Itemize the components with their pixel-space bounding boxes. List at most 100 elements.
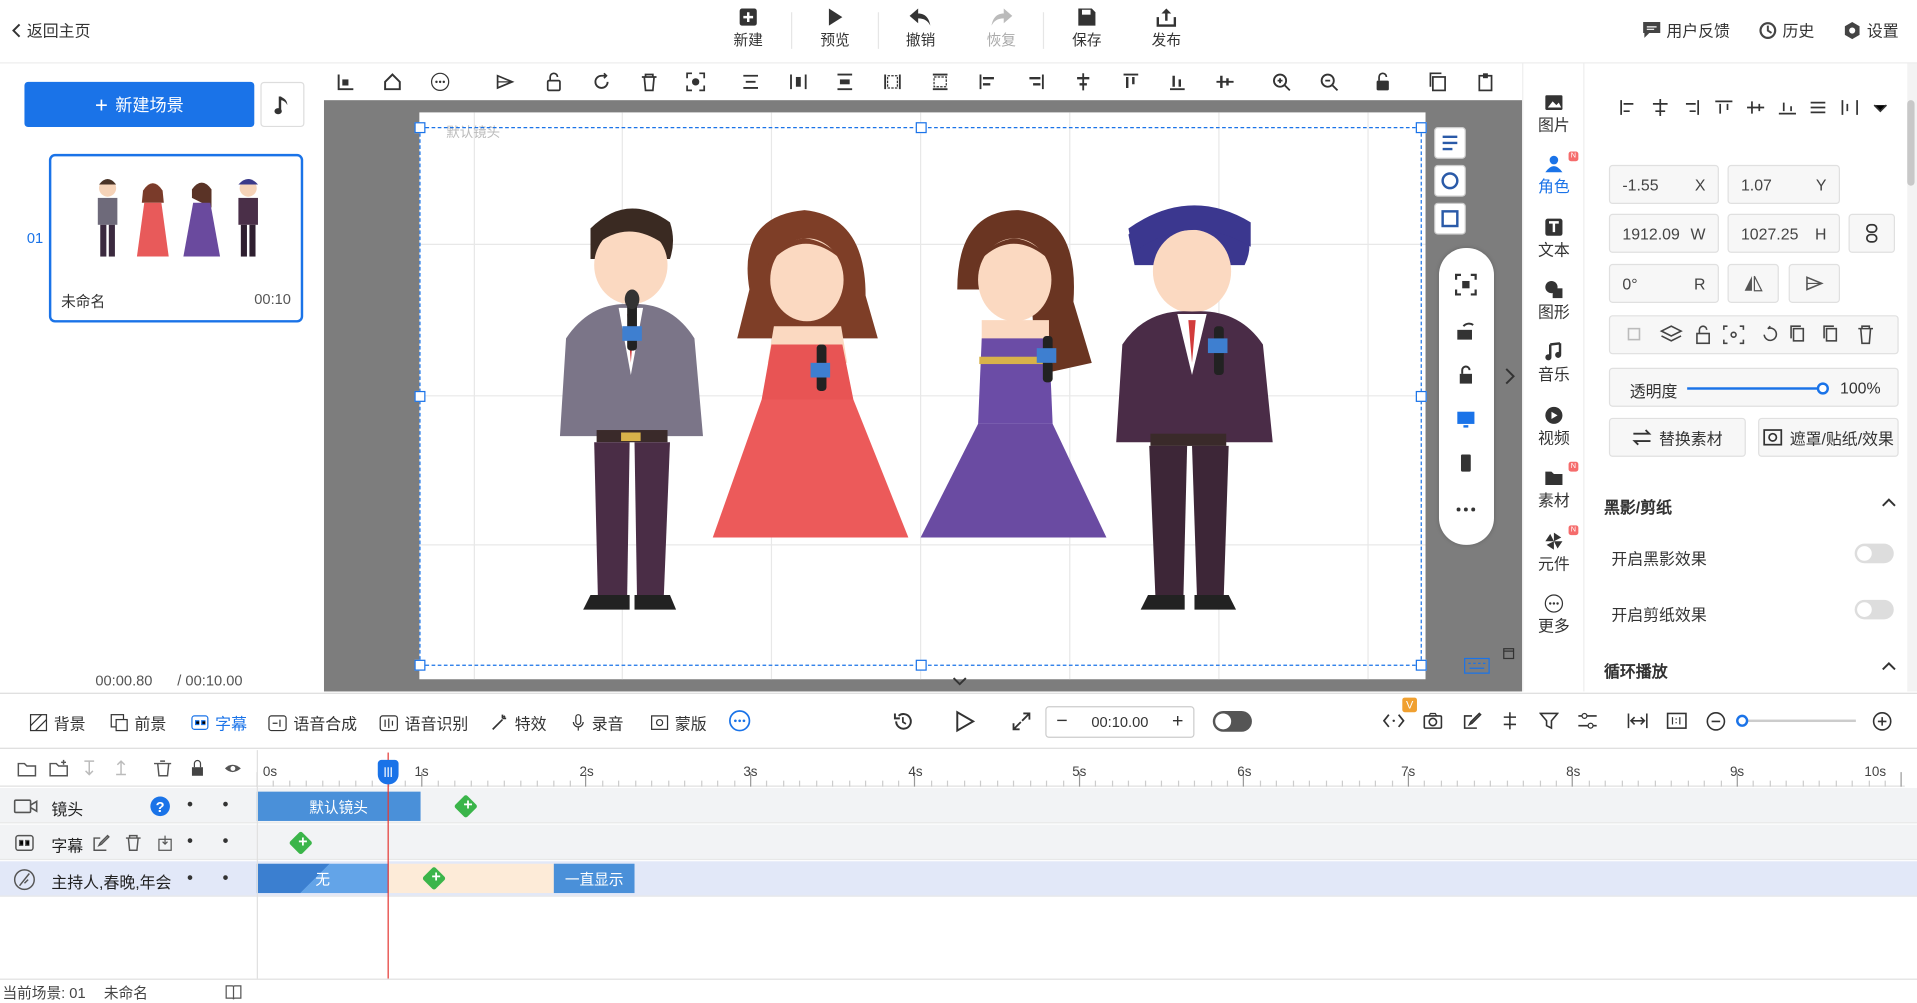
- stage-tool-rotate[interactable]: [1434, 164, 1466, 197]
- x-field[interactable]: -1.55 X: [1608, 164, 1719, 205]
- nav-video[interactable]: 视频: [1523, 406, 1584, 449]
- rotate-icon[interactable]: [592, 72, 612, 92]
- stage-tool-fit[interactable]: [1434, 202, 1466, 235]
- camera-icon[interactable]: [1423, 711, 1443, 731]
- width-field[interactable]: 1912.09 W: [1608, 213, 1719, 253]
- record-button[interactable]: 录音: [571, 711, 624, 734]
- chevron-up-icon[interactable]: [1880, 495, 1897, 510]
- playhead-handle[interactable]: [377, 759, 399, 785]
- ratio-icon[interactable]: [1666, 711, 1687, 731]
- fit-width-icon[interactable]: [883, 72, 903, 92]
- dot-icon[interactable]: •: [223, 867, 229, 887]
- role-clip-always[interactable]: 一直显示: [553, 863, 635, 894]
- flip-h-button[interactable]: [1727, 263, 1779, 303]
- dot-icon[interactable]: •: [223, 794, 229, 814]
- subtitle-button[interactable]: 字幕: [191, 711, 247, 734]
- preview-button[interactable]: 预览: [798, 5, 871, 54]
- nav-more[interactable]: 更多: [1523, 594, 1584, 637]
- zoom-in-icon[interactable]: [1271, 72, 1291, 92]
- align-vcenter-icon[interactable]: [1215, 72, 1235, 92]
- save-button[interactable]: 保存: [1050, 5, 1123, 54]
- flip-v-button[interactable]: [1788, 263, 1840, 303]
- trash-icon[interactable]: [125, 834, 142, 852]
- add-keyframe-icon[interactable]: [453, 794, 478, 819]
- resize-handle-t[interactable]: [915, 122, 927, 134]
- mobile-icon[interactable]: [1454, 451, 1478, 475]
- nav-role[interactable]: 角色 N: [1523, 151, 1584, 197]
- fg-button[interactable]: 前景: [110, 711, 166, 734]
- zoom-out-icon[interactable]: [1319, 72, 1339, 92]
- distribute-h-icon[interactable]: [789, 72, 809, 92]
- nav-music[interactable]: 音乐: [1523, 342, 1584, 385]
- resize-handle-tr[interactable]: [1415, 122, 1427, 134]
- opacity-slider-track[interactable]: [1687, 382, 1829, 395]
- nav-text[interactable]: 文本: [1523, 217, 1584, 260]
- zoom-out-circle-icon[interactable]: [1705, 711, 1726, 732]
- resize-handle-b[interactable]: [915, 659, 927, 671]
- nav-shape[interactable]: 图形: [1523, 280, 1584, 323]
- fit-timeline-icon[interactable]: [1627, 711, 1648, 731]
- align-top-icon[interactable]: [1121, 72, 1141, 92]
- resize-handle-r[interactable]: [1415, 390, 1427, 402]
- effects-button[interactable]: 特效: [490, 711, 547, 734]
- nav-image[interactable]: 图片: [1523, 93, 1584, 136]
- expand-right-icon[interactable]: [1501, 364, 1518, 388]
- resize-handle-tl[interactable]: [414, 122, 426, 134]
- y-field[interactable]: 1.07 Y: [1727, 164, 1840, 205]
- align-right-icon[interactable]: [1026, 72, 1046, 92]
- chevron-up-icon[interactable]: [1880, 658, 1897, 673]
- window-icon[interactable]: [1503, 647, 1515, 660]
- selection-box[interactable]: [414, 122, 1427, 671]
- resize-handle-l[interactable]: [414, 390, 426, 402]
- opacity-slider-knob[interactable]: [1816, 382, 1829, 395]
- mask-effect-button[interactable]: 遮罩/贴纸/效果: [1758, 417, 1899, 457]
- shadow-toggle[interactable]: [1854, 543, 1894, 564]
- split-icon[interactable]: [1500, 711, 1520, 731]
- more-circle-icon[interactable]: [729, 710, 751, 732]
- settings-button[interactable]: 设置: [1842, 18, 1899, 41]
- help-icon[interactable]: ?: [149, 795, 171, 817]
- plus-icon[interactable]: +: [1172, 711, 1183, 733]
- align-bottom-left-icon[interactable]: [336, 72, 356, 92]
- code-icon[interactable]: [1382, 711, 1405, 731]
- panel-scrollbar[interactable]: [1907, 63, 1917, 692]
- scene-thumbnail[interactable]: 未命名 00:10: [48, 153, 304, 323]
- align-middle-icon[interactable]: [835, 72, 855, 92]
- align-tools-icons[interactable]: [1617, 98, 1898, 118]
- nav-material[interactable]: 素材 N: [1523, 461, 1584, 511]
- nav-component[interactable]: 元件 N: [1523, 525, 1584, 574]
- timeline-zoom-slider[interactable]: [1736, 714, 1856, 727]
- paper-cut-toggle[interactable]: [1854, 599, 1894, 620]
- undo-button[interactable]: 撤销: [884, 5, 957, 54]
- dot-icon[interactable]: •: [187, 831, 193, 851]
- feedback-button[interactable]: 用户反馈: [1642, 18, 1730, 41]
- lock-open-icon[interactable]: [1373, 72, 1393, 92]
- chevron-down-icon[interactable]: [950, 674, 970, 689]
- new-scene-button[interactable]: + 新建场景: [24, 81, 255, 128]
- fit-height-icon[interactable]: [930, 72, 950, 92]
- rotate-screen-icon[interactable]: [1454, 319, 1478, 343]
- align-left-icon[interactable]: [978, 72, 998, 92]
- edit-icon[interactable]: [93, 834, 110, 852]
- filter-icon[interactable]: [1539, 711, 1559, 731]
- bg-button[interactable]: 背景: [29, 711, 86, 734]
- minus-icon[interactable]: −: [1056, 711, 1067, 733]
- copy-icon[interactable]: [1428, 72, 1448, 92]
- home-icon[interactable]: [383, 72, 403, 92]
- camera-clip[interactable]: 默认镜头: [256, 791, 421, 821]
- layer-tools-icons[interactable]: [1610, 316, 1897, 353]
- add-keyframe-icon[interactable]: [288, 830, 313, 856]
- flip-icon[interactable]: [495, 72, 515, 92]
- book-icon[interactable]: [225, 983, 242, 1000]
- duration-stepper[interactable]: − 00:10.00 +: [1045, 706, 1195, 738]
- dot-icon[interactable]: •: [187, 794, 193, 814]
- dot-icon[interactable]: •: [223, 831, 229, 851]
- track-header-icons[interactable]: [0, 750, 257, 787]
- fullscreen-focus-icon[interactable]: [1454, 272, 1478, 296]
- more-circle-icon[interactable]: [430, 72, 450, 92]
- expand-icon[interactable]: [1011, 711, 1032, 732]
- replay-icon[interactable]: [891, 710, 914, 733]
- import-icon[interactable]: [156, 834, 173, 851]
- desktop-icon[interactable]: [1454, 407, 1478, 431]
- ratio-lock-button[interactable]: [1848, 213, 1895, 253]
